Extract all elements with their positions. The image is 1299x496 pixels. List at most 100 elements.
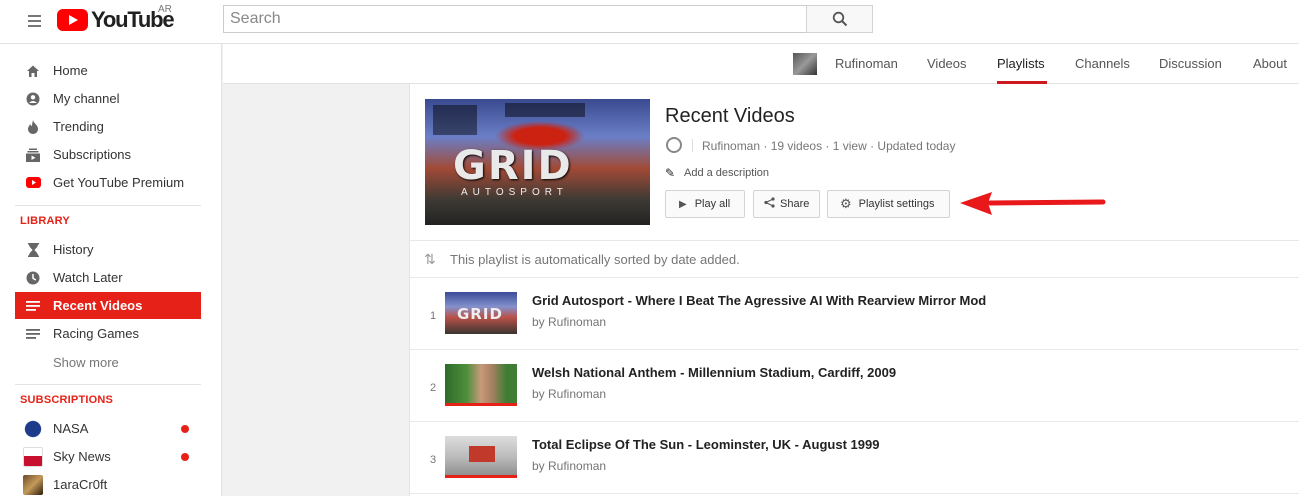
sidebar-item-subscriptions[interactable]: Subscriptions (15, 141, 201, 168)
sidebar-item-label: My channel (53, 91, 120, 106)
playlist-meta: Rufinoman · 19 videos · 1 view · Updated… (702, 139, 956, 153)
menu-icon[interactable] (24, 10, 46, 32)
sidebar-item-racing-games[interactable]: Racing Games (15, 320, 201, 347)
tab-discussion[interactable]: Discussion (1159, 56, 1222, 71)
channel-name-link[interactable]: Rufinoman (835, 56, 898, 71)
sidebar-item-label: Home (53, 63, 88, 78)
annotation-arrow (958, 190, 1106, 218)
play-icon: ▶ (679, 198, 687, 210)
country-code: AR (158, 4, 172, 15)
play-all-button[interactable]: ▶ Play all (665, 190, 745, 218)
tab-playlists[interactable]: Playlists (997, 56, 1045, 71)
sidebar-divider (15, 205, 201, 206)
sidebar-item-label: Get YouTube Premium (53, 175, 185, 190)
subscription-label: 1araCr0ft (53, 477, 108, 492)
video-index: 2 (429, 382, 437, 394)
meta-separator (692, 139, 693, 152)
play-all-label: Play all (694, 198, 731, 210)
playlist-video-row[interactable]: 3 Total Eclipse Of The Sun - Leominster,… (410, 422, 1299, 494)
home-icon (25, 63, 41, 79)
sky-news-avatar (23, 446, 43, 467)
thumbnail-title: GRID (453, 143, 573, 189)
globe-icon (666, 137, 682, 153)
subscription-label: NASA (53, 421, 89, 436)
search-input[interactable]: Search (223, 5, 807, 33)
sort-icon: ⇅ (424, 251, 436, 267)
subscriptions-icon (25, 147, 41, 163)
video-thumbnail[interactable]: GRID (445, 292, 517, 334)
thumbnail-logo: GRID (457, 305, 503, 323)
sidebar-item-label: Racing Games (53, 326, 139, 341)
playlist-video-row[interactable]: 2 Welsh National Anthem - Millennium Sta… (410, 350, 1299, 422)
search-placeholder: Search (230, 10, 281, 27)
playlist-title: Recent Videos (665, 105, 795, 127)
sidebar-item-home[interactable]: Home (15, 57, 201, 84)
video-thumbnail[interactable] (445, 436, 517, 478)
video-owner: by Rufinoman (532, 315, 607, 329)
playlist-settings-label: Playlist settings (858, 198, 935, 210)
tab-videos[interactable]: Videos (927, 56, 967, 71)
flame-icon (25, 119, 41, 135)
nasa-avatar (23, 418, 43, 439)
sidebar-item-trending[interactable]: Trending (15, 113, 201, 140)
youtube-icon (25, 175, 41, 191)
playlist-settings-button[interactable]: ⚙ Playlist settings (827, 190, 950, 218)
1aracr0ft-avatar (23, 474, 43, 495)
tab-channels[interactable]: Channels (1075, 56, 1130, 71)
share-icon (764, 197, 775, 211)
search-icon (832, 11, 847, 27)
subscription-item-1aracr0ft[interactable]: 1araCr0ft (15, 471, 201, 496)
gear-icon: ⚙ (840, 196, 852, 211)
video-title-link[interactable]: Grid Autosport - Where I Beat The Agress… (532, 293, 986, 308)
playlist-thumbnail[interactable]: GRID AUTOSPORT (425, 99, 650, 225)
playlist-panel: GRID AUTOSPORT Recent Videos Rufinoman ·… (409, 84, 1299, 496)
thumbnail-caption-block (469, 446, 495, 462)
subscription-item-sky-news[interactable]: Sky News (15, 443, 201, 470)
library-heading: LIBRARY (20, 215, 70, 227)
video-thumbnail[interactable] (445, 364, 517, 406)
subscriptions-heading: SUBSCRIPTIONS (20, 394, 114, 406)
sort-notice: ⇅ This playlist is automatically sorted … (410, 240, 1299, 278)
sidebar-item-label: Subscriptions (53, 147, 132, 162)
sidebar-item-label: Watch Later (53, 270, 123, 285)
video-index: 3 (429, 454, 437, 466)
subscription-item-nasa[interactable]: NASA (15, 415, 201, 442)
show-more-link[interactable]: Show more (53, 355, 119, 370)
account-icon (25, 91, 41, 107)
hourglass-icon (25, 242, 41, 258)
add-description-label: Add a description (684, 167, 769, 179)
sidebar-item-recent-videos[interactable]: Recent Videos (15, 292, 201, 319)
sort-notice-text: This playlist is automatically sorted by… (450, 252, 740, 267)
list-icon (25, 298, 41, 314)
channel-nav: Rufinoman Videos Playlists Channels Disc… (223, 44, 1299, 84)
search-button[interactable] (806, 5, 873, 33)
list-icon (25, 326, 41, 342)
hud-overlay (433, 105, 477, 135)
sidebar-item-history[interactable]: History (15, 236, 201, 263)
playlist-video-row[interactable]: 1 GRID Grid Autosport - Where I Beat The… (410, 278, 1299, 350)
sidebar-item-watch-later[interactable]: Watch Later (15, 264, 201, 291)
video-index: 1 (429, 310, 437, 322)
sidebar-divider (15, 384, 201, 385)
video-owner: by Rufinoman (532, 459, 607, 473)
sidebar-item-my-channel[interactable]: My channel (15, 85, 201, 112)
video-title-link[interactable]: Welsh National Anthem - Millennium Stadi… (532, 365, 896, 380)
video-owner: by Rufinoman (532, 387, 607, 401)
youtube-logo[interactable]: YouTube (57, 7, 175, 33)
top-bar: YouTube AR Search (0, 0, 1299, 44)
sidebar-item-label: History (53, 242, 94, 257)
add-description-link[interactable]: ✎ Add a description (665, 166, 769, 180)
sidebar-item-get-premium[interactable]: Get YouTube Premium (15, 169, 201, 196)
new-content-dot (181, 452, 189, 461)
share-button[interactable]: Share (753, 190, 820, 218)
tab-about[interactable]: About (1253, 56, 1287, 71)
watched-progress-bar (445, 475, 517, 478)
share-label: Share (780, 198, 810, 210)
subscription-label: Sky News (53, 449, 111, 464)
hud-overlay (505, 103, 585, 117)
clock-icon (25, 270, 41, 286)
channel-avatar[interactable] (793, 53, 817, 75)
video-title-link[interactable]: Total Eclipse Of The Sun - Leominster, U… (532, 437, 879, 452)
thumbnail-subtitle: AUTOSPORT (461, 187, 568, 198)
sidebar: Home My channel Trending Subscriptions G… (0, 44, 222, 496)
